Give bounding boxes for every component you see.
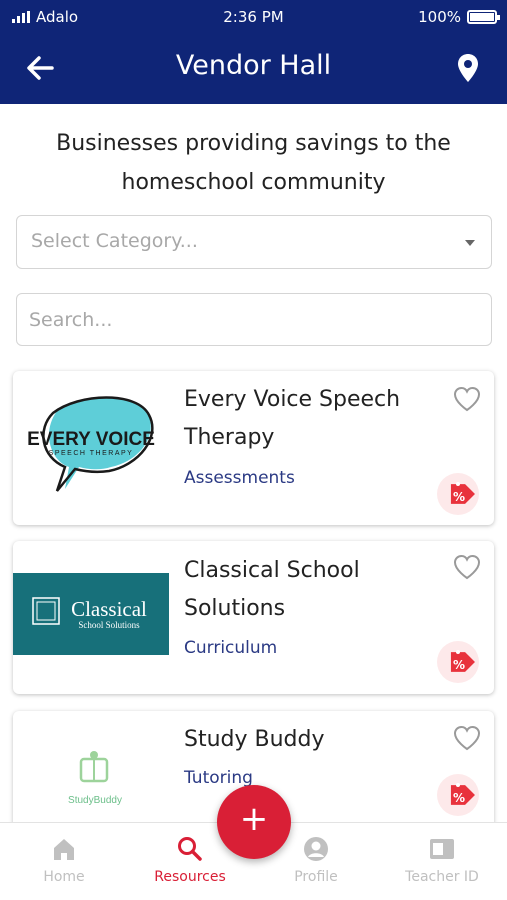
add-button[interactable]: + — [217, 785, 291, 859]
vendor-logo-classical: Classical School Solutions — [13, 573, 169, 655]
vendor-name: Classical School Solutions — [184, 558, 360, 621]
plus-icon: + — [239, 799, 269, 839]
battery-icon — [467, 10, 500, 24]
category-select[interactable]: Select Category... — [16, 215, 492, 269]
profile-icon — [304, 837, 328, 861]
svg-text:%: % — [453, 490, 465, 504]
map-pin-icon[interactable] — [455, 52, 481, 84]
vendor-category: Tutoring — [184, 768, 253, 788]
page-subtitle: Businesses providing savings to the home… — [56, 131, 451, 195]
tab-label: Resources — [154, 869, 226, 885]
svg-text:%: % — [453, 791, 465, 805]
search-icon — [178, 837, 202, 861]
vendor-logo-every-voice: EVERY VOICE SPEECH THERAPY — [27, 396, 155, 492]
battery-percent: 100% — [418, 8, 461, 26]
heart-icon[interactable] — [452, 724, 482, 752]
battery-status: 100% — [418, 8, 500, 26]
vendor-logo-subtext: School Solutions — [78, 620, 140, 630]
vendor-name: Study Buddy — [184, 727, 325, 752]
heart-icon[interactable] — [452, 553, 482, 581]
status-bar: Adalo 2:36 PM 100% — [0, 0, 507, 34]
heart-icon[interactable] — [452, 385, 482, 413]
tab-teacher-id[interactable]: Teacher ID — [379, 823, 505, 900]
search-input[interactable] — [16, 293, 492, 346]
vendor-logo-subtext: SPEECH THERAPY — [49, 450, 134, 457]
tab-label: Profile — [294, 869, 338, 885]
discount-tag-icon: % — [437, 641, 479, 683]
vendor-category: Assessments — [184, 468, 295, 488]
vendor-logo-text: Classical — [71, 597, 147, 621]
id-card-icon — [430, 839, 454, 859]
tab-home[interactable]: Home — [1, 823, 127, 900]
tab-label: Teacher ID — [405, 869, 479, 885]
vendor-name: Every Voice Speech Therapy — [184, 387, 401, 450]
page-title: Vendor Hall — [175, 50, 332, 81]
vendor-card[interactable]: EVERY VOICE SPEECH THERAPY Every Voice S… — [13, 371, 494, 525]
nav-bar: Vendor Hall — [0, 40, 507, 96]
vendor-logo-text: StudyBuddy — [68, 795, 122, 806]
discount-tag-icon: % — [437, 774, 479, 816]
vendor-card[interactable]: Classical School Solutions Classical Sch… — [13, 541, 494, 694]
vendor-logo-text: EVERY VOICE — [27, 429, 155, 450]
vendor-category: Curriculum — [184, 638, 278, 658]
app-header: Adalo 2:36 PM 100% Vendor Hall — [0, 0, 507, 104]
svg-text:%: % — [453, 658, 465, 672]
home-icon — [54, 839, 74, 860]
tab-label: Home — [43, 869, 85, 885]
discount-tag-icon: % — [437, 473, 479, 515]
dropdown-caret-icon — [465, 240, 475, 246]
category-placeholder: Select Category... — [31, 230, 198, 252]
